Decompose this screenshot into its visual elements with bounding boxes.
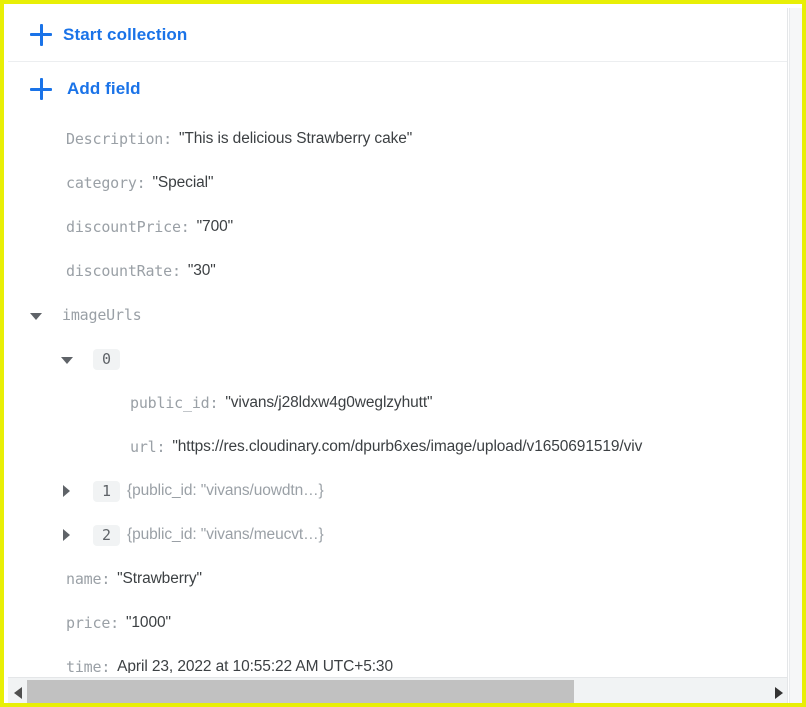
field-value: April 23, 2022 at 10:55:22 AM UTC+5:30 (117, 658, 393, 673)
field-row-description[interactable]: Description: "This is delicious Strawber… (8, 117, 787, 161)
field-key: imageUrls (62, 306, 142, 324)
array-index-chip: 0 (93, 348, 121, 370)
chevron-right-icon[interactable] (61, 528, 74, 542)
field-key: discountPrice: (66, 218, 190, 236)
field-key: public_id: (130, 394, 219, 412)
field-row-time[interactable]: time: April 23, 2022 at 10:55:22 AM UTC+… (8, 645, 787, 673)
field-key: price: (66, 614, 119, 632)
field-key: discountRate: (66, 262, 181, 280)
start-collection-label: Start collection (63, 24, 188, 44)
array-item-preview: {public_id: "vivans/uowdtn…} (127, 482, 324, 499)
field-key: Description: (66, 130, 172, 148)
field-value: "Special" (152, 174, 214, 191)
add-field-label: Add field (67, 79, 141, 98)
array-item-2[interactable]: 2 {public_id: "vivans/meucvt…} (8, 513, 787, 557)
field-key: name: (66, 570, 111, 588)
array-index-chip: 2 (93, 524, 121, 546)
field-value: "vivans/j28ldxw4g0weglzyhutt" (225, 394, 433, 411)
field-value: "https://res.cloudinary.com/dpurb6xes/im… (172, 438, 643, 455)
horizontal-scrollbar[interactable] (8, 677, 787, 703)
field-row-category[interactable]: category: "Special" (8, 161, 787, 205)
scroll-right-arrow-icon[interactable] (769, 678, 787, 703)
field-row-url[interactable]: url: "https://res.cloudinary.com/dpurb6x… (8, 425, 787, 469)
field-row-price[interactable]: price: "1000" (8, 601, 787, 645)
field-row-name[interactable]: name: "Strawberry" (8, 557, 787, 601)
array-item-preview: {public_id: "vivans/meucvt…} (127, 526, 324, 543)
document-fields-panel: Start collection Add field Description: … (8, 8, 788, 703)
field-row-discountrate[interactable]: discountRate: "30" (8, 249, 787, 293)
field-key: url: (130, 438, 166, 456)
array-item-0[interactable]: 0 (8, 337, 787, 381)
array-index-chip: 1 (93, 480, 121, 502)
chevron-down-icon[interactable] (30, 309, 43, 322)
field-key: time: (66, 658, 111, 673)
array-item-1[interactable]: 1 {public_id: "vivans/uowdtn…} (8, 469, 787, 513)
field-value: "30" (187, 262, 216, 279)
field-value: "This is delicious Strawberry cake" (178, 130, 413, 147)
plus-icon (30, 78, 52, 100)
field-row-public-id[interactable]: public_id: "vivans/j28ldxw4g0weglzyhutt" (8, 381, 787, 425)
field-row-imageurls[interactable]: imageUrls (8, 293, 787, 337)
scroll-left-arrow-icon[interactable] (8, 678, 27, 703)
field-value: "Strawberry" (117, 570, 202, 587)
scrollbar-thumb[interactable] (27, 680, 574, 703)
plus-icon (30, 23, 52, 46)
field-value: "1000" (126, 614, 171, 631)
chevron-down-icon[interactable] (61, 353, 74, 366)
field-list: Description: "This is delicious Strawber… (8, 117, 787, 673)
chevron-right-icon[interactable] (61, 484, 74, 498)
adjacent-panel-strip (789, 8, 802, 703)
start-collection-button[interactable]: Start collection (8, 8, 787, 62)
field-row-discountprice[interactable]: discountPrice: "700" (8, 205, 787, 249)
firestore-document-panel-screen: Start collection Add field Description: … (0, 0, 806, 707)
field-key: category: (66, 174, 146, 192)
scrollbar-track[interactable] (27, 678, 769, 703)
add-field-button[interactable]: Add field (8, 62, 787, 116)
field-value: "700" (196, 218, 234, 235)
